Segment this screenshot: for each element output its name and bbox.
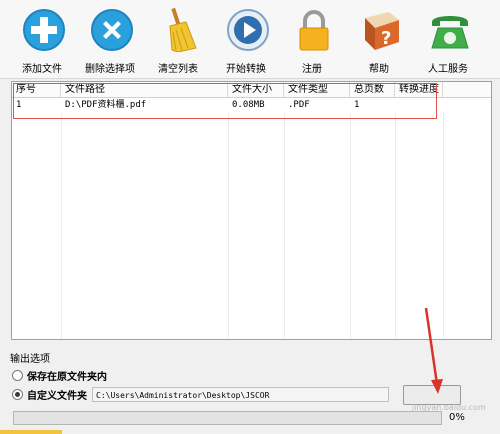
column-divider [350, 113, 351, 339]
delete-selected-label: 删除选择项 [85, 64, 135, 75]
help-label: 帮助 [369, 64, 389, 75]
start-convert-button[interactable]: 开始转换 [214, 8, 278, 75]
svg-text:?: ? [381, 28, 391, 49]
manual-service-label: 人工服务 [428, 64, 468, 75]
save-original-radio[interactable] [12, 370, 23, 381]
bottom-corner-bar [0, 430, 62, 434]
register-button[interactable]: 注册 [280, 8, 344, 75]
file-list[interactable]: 序号 文件路径 文件大小 文件类型 总页数 转换进度 1 D:\PDF资料櫃.p… [11, 81, 492, 340]
help-button[interactable]: ? 帮助 [347, 8, 411, 75]
help-book-icon: ? [365, 12, 399, 50]
lock-icon [299, 10, 329, 51]
watermark-text: jingyan.baidu.com [412, 403, 486, 412]
delete-icon [91, 9, 133, 51]
highlight-annotation-box [13, 83, 437, 119]
output-path-field[interactable]: C:\Users\Administrator\Desktop\JSCOR [92, 387, 389, 402]
column-divider [284, 113, 285, 339]
output-options-title: 输出选项 [10, 354, 50, 365]
browse-button[interactable] [403, 385, 461, 405]
register-label: 注册 [302, 64, 322, 75]
delete-selected-button[interactable]: 删除选择项 [78, 8, 142, 75]
manual-service-button[interactable]: 人工服务 [416, 8, 480, 75]
clear-list-label: 清空列表 [158, 64, 198, 75]
play-icon [227, 9, 269, 51]
phone-icon [431, 16, 469, 49]
custom-folder-radio[interactable] [12, 389, 23, 400]
save-original-label[interactable]: 保存在原文件夹内 [27, 368, 107, 383]
column-divider [443, 113, 444, 339]
custom-folder-label[interactable]: 自定义文件夹 [27, 387, 87, 402]
column-divider [228, 113, 229, 339]
progress-percent: 0% [449, 412, 465, 423]
toolbar: 添加文件 删除选择项 清空列表 开始转换 注册 ? 帮助 人工服务 [0, 0, 500, 79]
column-divider [61, 113, 62, 339]
add-file-button[interactable]: 添加文件 [10, 8, 74, 75]
broom-icon [169, 8, 197, 52]
add-file-label: 添加文件 [22, 64, 62, 75]
start-convert-label: 开始转换 [226, 64, 266, 75]
conversion-progress-bar [13, 411, 442, 425]
column-divider [395, 113, 396, 339]
add-icon [23, 9, 65, 51]
clear-list-button[interactable]: 清空列表 [146, 8, 210, 75]
